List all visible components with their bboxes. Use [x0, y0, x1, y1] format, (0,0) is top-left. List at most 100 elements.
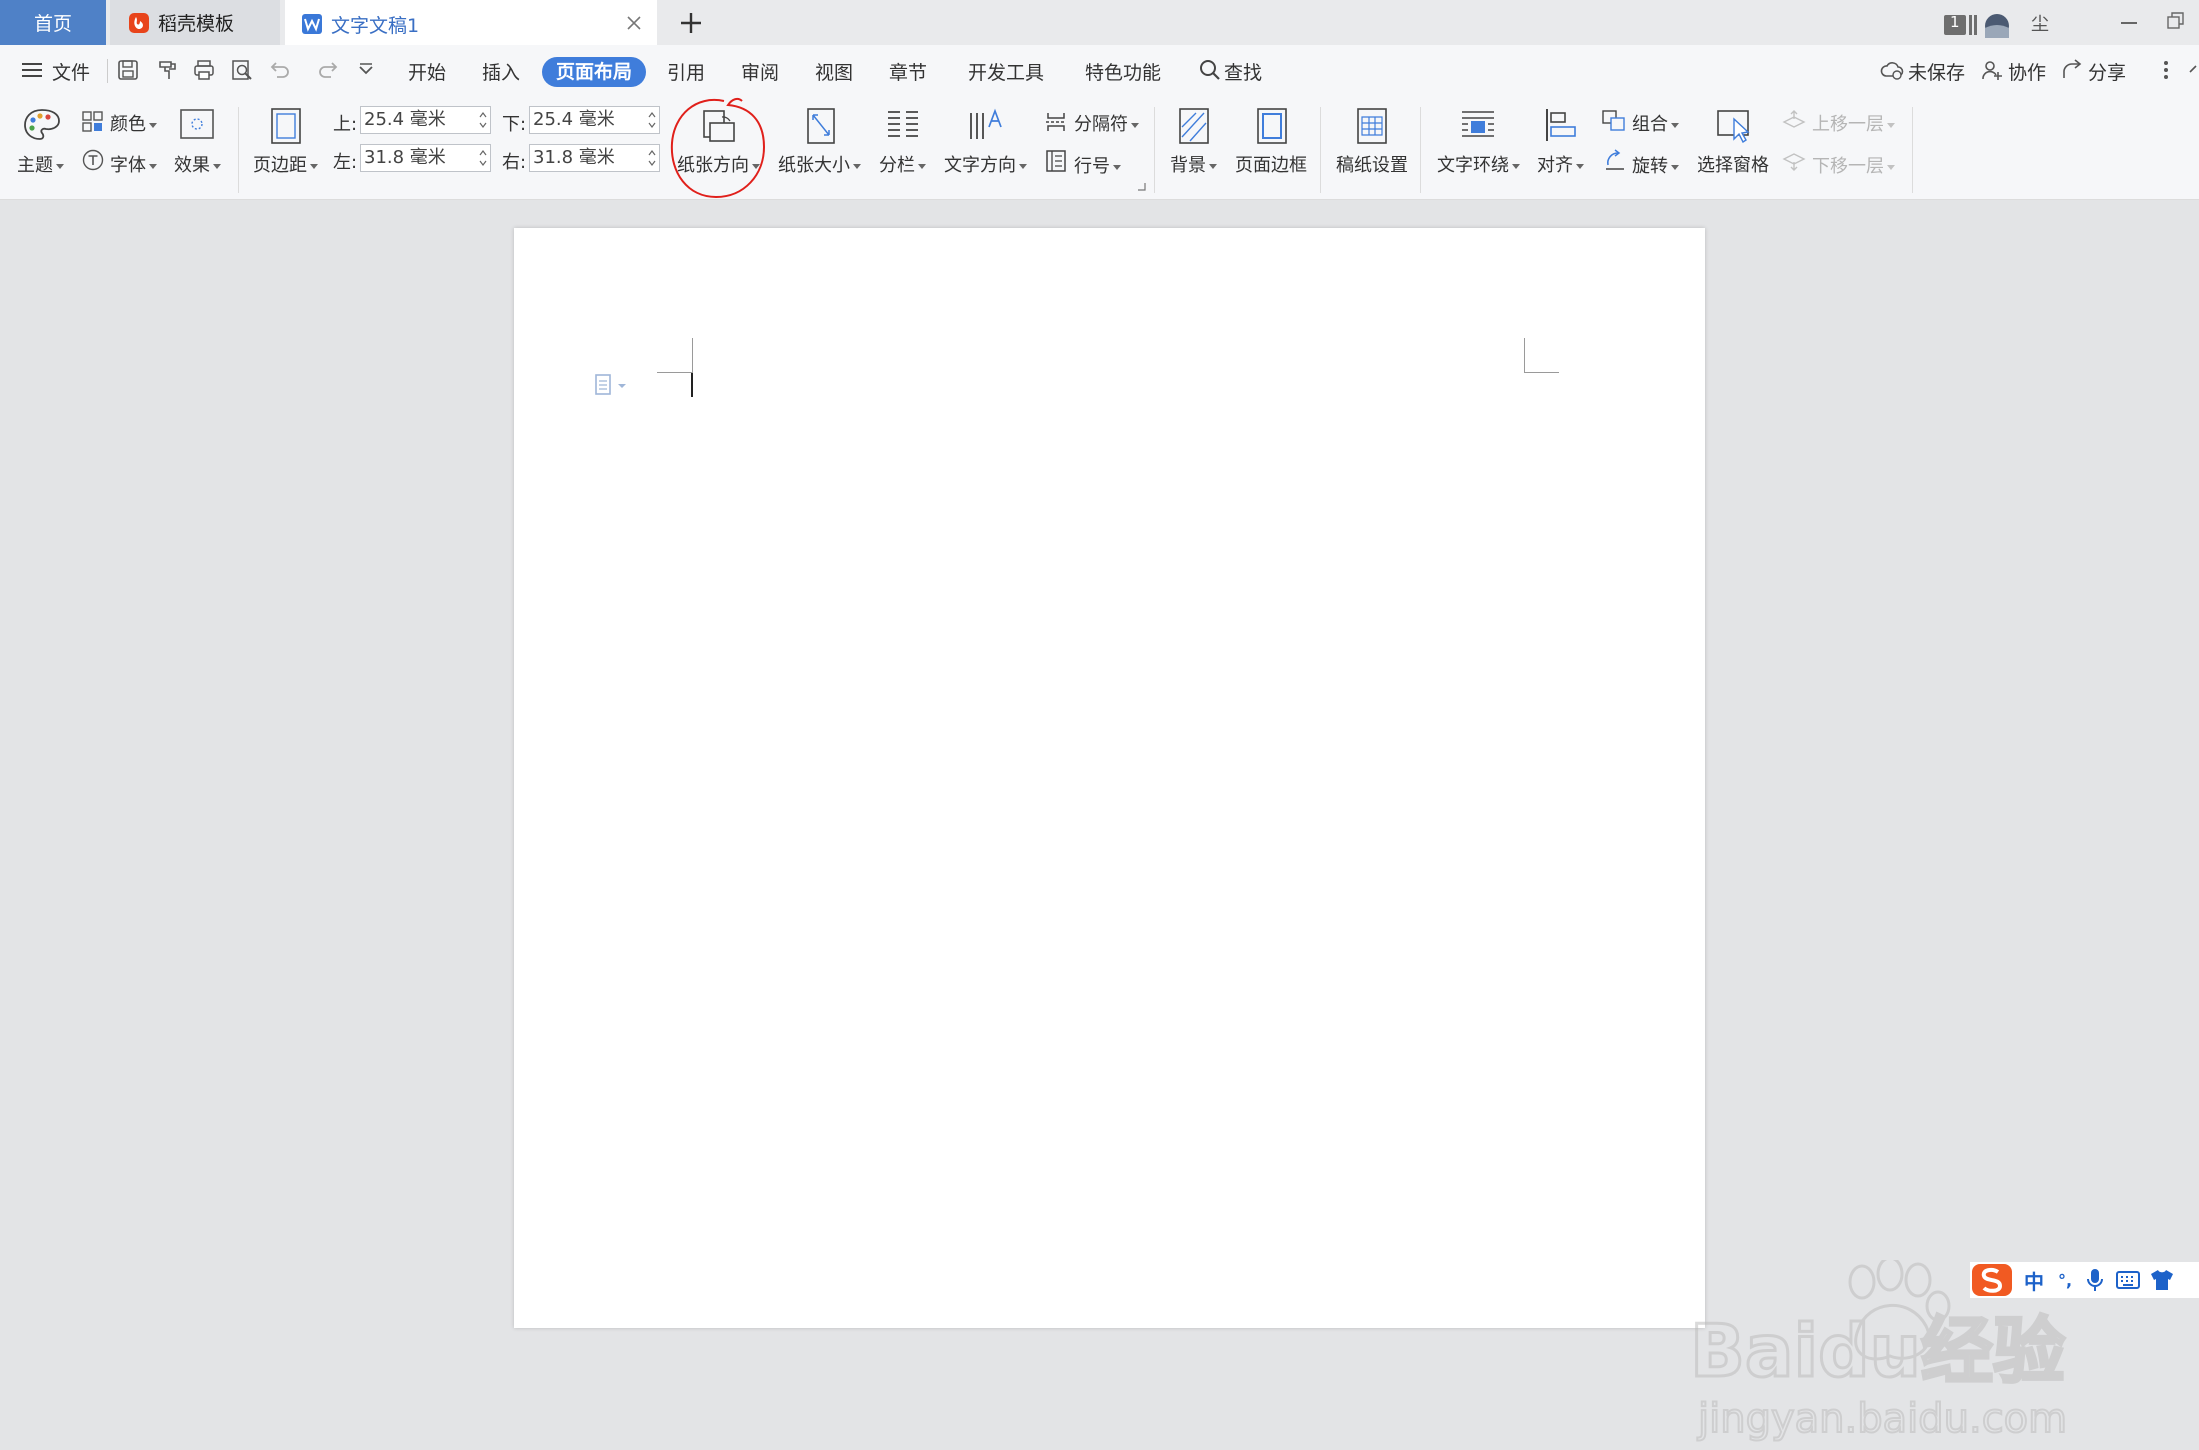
undo-icon[interactable]: [268, 58, 292, 82]
group-objects-icon[interactable]: [1602, 110, 1626, 132]
page-background-icon[interactable]: [1178, 107, 1210, 145]
tab-template[interactable]: 稻壳模板: [110, 0, 280, 45]
margins-icon[interactable]: [270, 107, 302, 145]
theme-button[interactable]: 主题: [17, 151, 64, 177]
line-numbers-button[interactable]: 行号: [1074, 152, 1121, 178]
manuscript-settings-button[interactable]: 稿纸设置: [1336, 151, 1408, 177]
page-border-button[interactable]: 页面边框: [1235, 151, 1307, 177]
user-name[interactable]: 尘: [2031, 10, 2049, 36]
menu-start[interactable]: 开始: [408, 58, 446, 85]
collaborate-icon[interactable]: [1980, 58, 2004, 82]
print-icon[interactable]: [192, 58, 216, 82]
dialog-launcher-icon[interactable]: [1138, 183, 1146, 191]
format-painter-icon[interactable]: [155, 58, 179, 82]
menu-special[interactable]: 特色功能: [1085, 58, 1161, 85]
unsaved-status[interactable]: 未保存: [1908, 58, 1965, 85]
new-tab-plus-icon[interactable]: [676, 8, 706, 38]
text-direction-icon[interactable]: [968, 107, 1004, 143]
spinner-arrows-icon[interactable]: [479, 147, 487, 169]
text-direction-button[interactable]: 文字方向: [944, 151, 1027, 177]
rotate-icon[interactable]: [1602, 149, 1626, 171]
sogou-logo-icon[interactable]: [1970, 1262, 2014, 1298]
menu-insert[interactable]: 插入: [482, 58, 520, 85]
margins-button[interactable]: 页边距: [253, 151, 318, 177]
bring-forward-icon[interactable]: [1782, 110, 1806, 132]
theme-palette-icon[interactable]: [22, 107, 62, 143]
ime-punctuation[interactable]: °,: [2058, 1271, 2072, 1290]
microphone-icon[interactable]: [2086, 1268, 2104, 1292]
bottom-margin-input[interactable]: 25.4 毫米: [529, 106, 660, 134]
page-break-icon[interactable]: [1045, 111, 1067, 133]
workspace-badge[interactable]: 1: [1944, 13, 1977, 36]
color-scheme-icon[interactable]: [82, 111, 104, 133]
skin-shirt-icon[interactable]: [2150, 1269, 2174, 1291]
cloud-unsaved-icon[interactable]: [1880, 58, 1904, 82]
group-button[interactable]: 组合: [1632, 110, 1679, 136]
line-numbers-icon[interactable]: [1045, 149, 1067, 173]
menu-references[interactable]: 引用: [667, 58, 705, 85]
paper-size-button[interactable]: 纸张大小: [778, 151, 861, 177]
document-page[interactable]: [514, 228, 1705, 1328]
effects-button[interactable]: 效果: [174, 151, 221, 177]
top-margin-input[interactable]: 25.4 毫米: [360, 106, 491, 134]
spinner-arrows-icon[interactable]: [648, 109, 656, 131]
avatar[interactable]: [1985, 14, 2009, 38]
menu-section[interactable]: 章节: [889, 58, 927, 85]
redo-icon[interactable]: [316, 58, 340, 82]
tab-document[interactable]: 文字文稿1: [285, 0, 657, 45]
columns-button[interactable]: 分栏: [879, 151, 926, 177]
background-button[interactable]: 背景: [1170, 151, 1217, 177]
bring-forward-button[interactable]: 上移一层: [1812, 110, 1895, 136]
color-button[interactable]: 颜色: [110, 110, 157, 136]
effects-icon[interactable]: [180, 109, 214, 139]
spinner-arrows-icon[interactable]: [479, 109, 487, 131]
close-tab-icon[interactable]: [625, 14, 643, 32]
page-border-icon[interactable]: [1256, 107, 1288, 145]
align-objects-icon[interactable]: [1544, 107, 1578, 143]
font-scheme-icon[interactable]: [82, 149, 104, 171]
columns-icon[interactable]: [886, 109, 920, 141]
text-wrap-icon[interactable]: [1460, 109, 1496, 141]
document-canvas[interactable]: Baidu经验 jingyan.baidu.com: [0, 200, 2199, 1443]
margin-corner-mark: [657, 372, 692, 373]
menu-review[interactable]: 审阅: [741, 58, 779, 85]
writer-doc-icon: [302, 14, 322, 34]
minimize-icon[interactable]: [2121, 22, 2137, 24]
ime-language[interactable]: 中: [2024, 1266, 2044, 1295]
dropdown-caret-icon: [853, 163, 861, 169]
send-backward-icon[interactable]: [1782, 149, 1806, 171]
menu-search[interactable]: 查找: [1224, 58, 1262, 85]
paragraph-layout-icon[interactable]: [594, 374, 632, 396]
share-icon[interactable]: [2060, 58, 2084, 82]
spinner-arrows-icon[interactable]: [648, 147, 656, 169]
keyboard-icon[interactable]: [2116, 1270, 2141, 1290]
menu-page-layout[interactable]: 页面布局: [542, 57, 647, 87]
menu-view[interactable]: 视图: [815, 58, 853, 85]
restore-icon[interactable]: [2167, 12, 2185, 30]
menu-developer[interactable]: 开发工具: [968, 58, 1044, 85]
paper-size-icon[interactable]: [806, 107, 836, 145]
tab-home[interactable]: 首页: [0, 0, 106, 45]
more-options-icon[interactable]: [2154, 58, 2178, 82]
collapse-ribbon-icon[interactable]: [2188, 58, 2199, 82]
search-icon[interactable]: [1198, 58, 1222, 82]
manuscript-paper-icon[interactable]: [1356, 107, 1388, 145]
print-preview-icon[interactable]: [230, 58, 254, 82]
menu-file[interactable]: 文件: [52, 58, 90, 85]
send-backward-button[interactable]: 下移一层: [1812, 152, 1895, 178]
hamburger-menu-icon[interactable]: [20, 58, 44, 82]
left-margin-input[interactable]: 31.8 毫米: [360, 144, 491, 172]
align-button[interactable]: 对齐: [1537, 151, 1584, 177]
collaborate-button[interactable]: 协作: [2008, 58, 2046, 85]
rotate-button[interactable]: 旋转: [1632, 152, 1679, 178]
save-icon[interactable]: [116, 58, 140, 82]
text-wrap-button[interactable]: 文字环绕: [1437, 151, 1520, 177]
selection-pane-icon[interactable]: [1716, 107, 1752, 143]
customize-toolbar-icon[interactable]: [354, 58, 378, 82]
breaks-button[interactable]: 分隔符: [1074, 110, 1139, 136]
right-margin-input[interactable]: 31.8 毫米: [529, 144, 660, 172]
font-button[interactable]: 字体: [110, 151, 157, 177]
ribbon-divider: [1154, 107, 1155, 193]
selection-pane-button[interactable]: 选择窗格: [1697, 151, 1769, 177]
share-button[interactable]: 分享: [2088, 58, 2126, 85]
